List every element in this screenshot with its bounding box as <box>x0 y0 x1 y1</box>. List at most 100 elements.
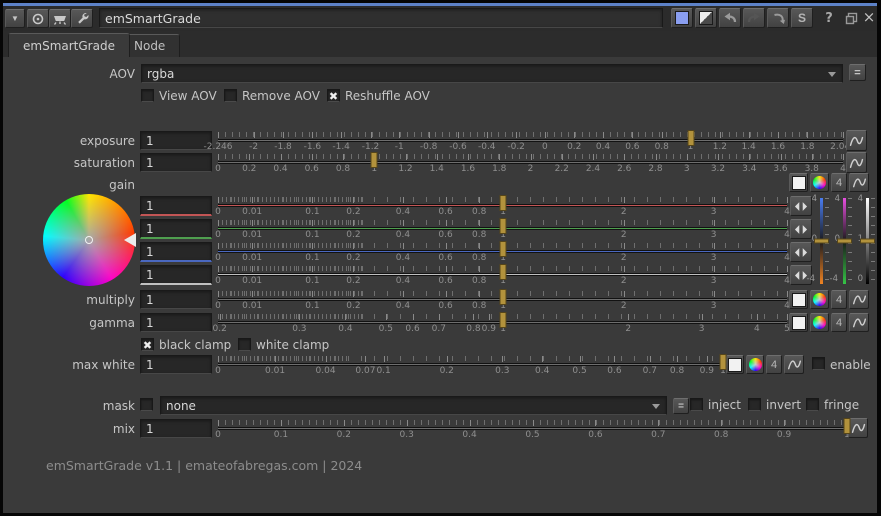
wrench-button[interactable] <box>71 9 93 28</box>
gain-curve-button[interactable] <box>849 173 869 192</box>
exposure-input[interactable] <box>140 131 212 150</box>
monitor-button[interactable] <box>49 9 71 28</box>
mix-input[interactable] <box>140 419 212 438</box>
remove-aov-checkbox[interactable] <box>224 89 237 102</box>
invert-checkbox[interactable] <box>748 398 761 411</box>
multiply-slider-handle[interactable] <box>499 289 506 305</box>
script-button[interactable]: S <box>791 8 813 28</box>
magenta-slider-handle[interactable] <box>837 239 852 244</box>
float-panel-button[interactable] <box>842 8 860 28</box>
gain-blue-slider-handle[interactable] <box>499 241 506 257</box>
temperature-slider-handle[interactable] <box>814 239 829 244</box>
fringe-checkbox[interactable] <box>806 398 819 411</box>
saturation-slider[interactable]: 00.20.40.60.811.21.41.61.822.22.42.62.83… <box>218 154 843 174</box>
gain-blue-input[interactable] <box>140 242 212 262</box>
node-menu-button[interactable]: ▼ <box>5 9 25 28</box>
gain-blue-slider[interactable]: 00.010.10.20.40.60.81234 <box>218 243 787 263</box>
gain-red-input[interactable] <box>140 196 212 216</box>
gain-green-slider[interactable]: 00.010.10.20.40.60.81234 <box>218 220 787 240</box>
max-white-slider-handle[interactable] <box>720 354 727 370</box>
max-white-swatch-button[interactable] <box>726 355 744 374</box>
aov-dropdown[interactable]: rgba <box>141 64 843 83</box>
color-wheel-cursor[interactable] <box>85 236 93 244</box>
mask-checkbox[interactable] <box>140 398 153 411</box>
color-swatch-button[interactable] <box>671 8 693 28</box>
intensity-slider-handle[interactable] <box>860 239 875 244</box>
multiply-channels-button[interactable]: 4 <box>831 290 847 309</box>
multiply-curve-button[interactable] <box>849 290 869 309</box>
gamma-swatch-button[interactable] <box>789 313 808 332</box>
exposure-label: exposure <box>20 134 135 148</box>
gain-green-slider-handle[interactable] <box>499 218 506 234</box>
undo-button[interactable] <box>719 8 741 28</box>
white-clamp-checkbox[interactable] <box>238 338 251 351</box>
mask-equals-button[interactable]: = <box>673 398 689 414</box>
curve-icon <box>851 175 868 190</box>
aov-dropdown-value: rgba <box>147 67 174 81</box>
max-white-slider[interactable]: 00.010.040.070.10.20.30.40.50.60.70.80.9… <box>218 356 723 376</box>
help-button[interactable]: ? <box>820 8 838 28</box>
aov-label: AOV <box>20 67 135 81</box>
saturation-slider-handle[interactable] <box>371 152 378 168</box>
gain-swatch-button[interactable] <box>789 173 808 192</box>
gain-blue-nudge-button[interactable] <box>790 242 812 262</box>
multiply-swatch-button[interactable] <box>789 290 808 309</box>
split-swatch-icon <box>699 11 713 25</box>
tab-emsmartgrade[interactable]: emSmartGrade <box>8 33 130 57</box>
color-wheel-icon <box>813 176 826 189</box>
gain-alpha-slider[interactable]: 00.010.10.20.40.60.81234 <box>218 266 787 286</box>
multiply-colorwheel-button[interactable] <box>810 290 829 309</box>
saturation-curve-button[interactable] <box>846 152 867 173</box>
white-swatch-icon <box>728 358 742 372</box>
close-panel-button[interactable]: × <box>861 7 877 27</box>
redo-button[interactable] <box>743 8 765 28</box>
channel-count-label: 4 <box>836 317 842 329</box>
gain-alpha-input[interactable] <box>140 265 212 285</box>
multiply-slider[interactable]: 00.010.10.20.40.60.81234 <box>218 291 787 311</box>
gain-red-slider[interactable]: 00.010.10.20.40.60.81234 <box>218 197 787 217</box>
inject-label: inject <box>708 398 741 412</box>
gain-alpha-slider-handle[interactable] <box>499 264 506 280</box>
curve-icon <box>851 292 868 307</box>
exposure-curve-button[interactable] <box>846 130 867 151</box>
exposure-slider-handle[interactable] <box>687 130 694 146</box>
emsmartgrade-properties-window: ▼ S ? × emSmartGrade Node AOV rgba = Vie… <box>0 0 881 516</box>
reshuffle-aov-checkbox[interactable]: ✖ <box>327 89 340 102</box>
split-swatch-button[interactable] <box>695 8 717 28</box>
revert-button[interactable] <box>767 8 789 28</box>
gamma-colorwheel-button[interactable] <box>810 313 829 332</box>
mix-slider-handle[interactable] <box>844 418 851 434</box>
gain-green-input[interactable] <box>140 219 212 239</box>
remove-aov-label: Remove AOV <box>242 89 320 103</box>
enable-checkbox[interactable] <box>812 357 825 370</box>
gamma-curve-button[interactable] <box>849 313 869 332</box>
gamma-slider-handle[interactable] <box>499 312 506 328</box>
exposure-slider[interactable]: -2.246-2-1.8-1.6-1.4-1.2-1-0.8-0.6-0.4-0… <box>218 132 843 152</box>
max-white-curve-button[interactable] <box>784 355 804 374</box>
left-right-arrows-icon <box>793 246 809 259</box>
gain-red-slider-handle[interactable] <box>499 195 506 211</box>
gain-colorwheel-button[interactable] <box>810 173 829 192</box>
chevron-down-icon <box>652 404 660 409</box>
redo-arrow-icon <box>746 11 762 25</box>
mix-slider[interactable]: 00.10.20.30.40.50.60.70.80.91 <box>218 420 847 440</box>
gamma-channels-button[interactable]: 4 <box>831 313 847 332</box>
mask-dropdown[interactable]: none <box>160 396 667 415</box>
center-node-button[interactable] <box>27 9 49 28</box>
view-aov-checkbox[interactable] <box>141 89 154 102</box>
gain-channels-button[interactable]: 4 <box>831 173 847 192</box>
mix-curve-button[interactable] <box>848 418 868 438</box>
max-white-colorwheel-button[interactable] <box>746 355 764 374</box>
inject-checkbox[interactable] <box>690 398 703 411</box>
gamma-slider[interactable]: 0.20.30.40.50.60.70.80.912345 <box>218 314 787 334</box>
black-clamp-checkbox[interactable]: ✖ <box>141 338 154 351</box>
max-white-channels-button[interactable]: 4 <box>766 355 782 374</box>
curve-icon <box>848 155 865 171</box>
gamma-input[interactable] <box>140 313 212 332</box>
max-white-input[interactable] <box>140 355 212 374</box>
white-swatch-icon <box>792 293 806 307</box>
saturation-input[interactable] <box>140 153 212 172</box>
aov-equals-button[interactable]: = <box>849 64 866 81</box>
multiply-input[interactable] <box>140 290 212 309</box>
node-name-input[interactable] <box>99 8 663 28</box>
